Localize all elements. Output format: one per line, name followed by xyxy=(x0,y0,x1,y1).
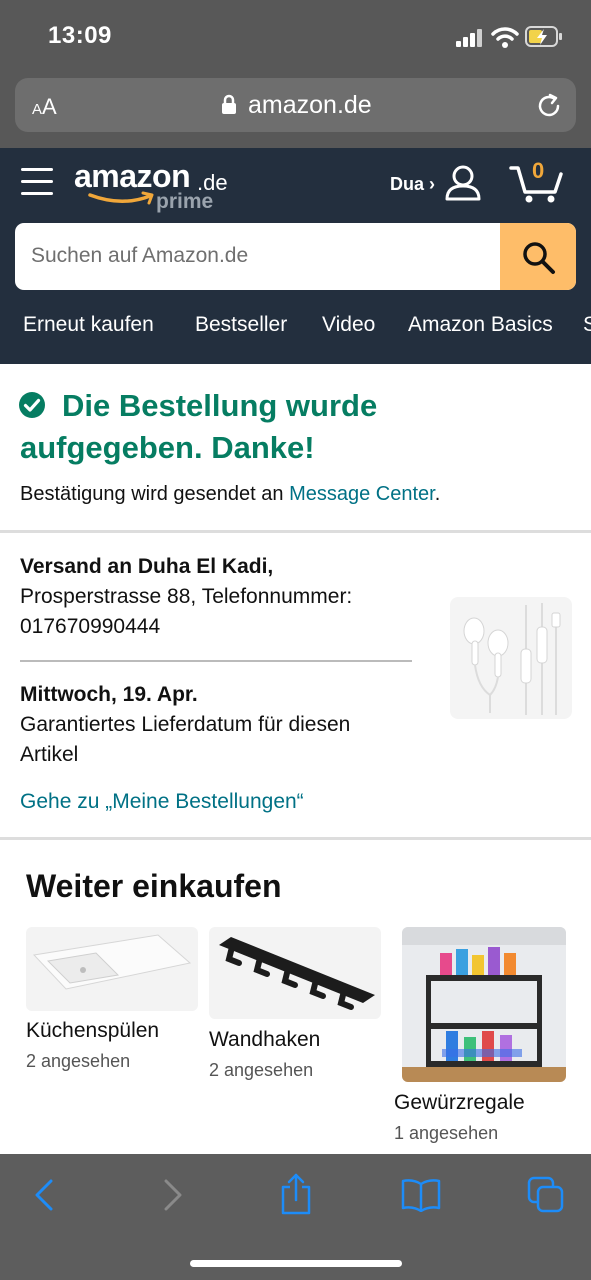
confirmation-heading-text: Die Bestellung wurde aufgegeben. Danke! xyxy=(20,388,378,465)
continue-shopping-card[interactable]: Küchenspülen 2 angesehen xyxy=(26,927,198,1077)
text-size-button[interactable]: AA xyxy=(32,94,57,120)
hamburger-menu-icon[interactable] xyxy=(21,167,53,197)
share-icon[interactable] xyxy=(280,1173,312,1215)
nav-item-erneut-kaufen[interactable]: Erneut kaufen xyxy=(23,313,154,337)
status-time: 13:09 xyxy=(48,22,112,49)
amazon-logo[interactable]: amazon .de prime xyxy=(70,155,230,217)
battery-charging-icon xyxy=(525,26,562,47)
logo-prime: prime xyxy=(156,190,214,213)
hooks-illustration xyxy=(219,937,375,1010)
logo-smile-icon xyxy=(88,191,154,205)
nav-item-truncated[interactable]: S xyxy=(583,313,591,337)
signal-icon xyxy=(456,29,482,47)
lock-icon xyxy=(222,94,236,114)
confirmation-subtitle-suffix: . xyxy=(434,483,441,505)
rack-illustration xyxy=(402,927,566,1082)
search-bar[interactable]: Suchen auf Amazon.de xyxy=(15,223,576,290)
delivery-date: Mittwoch, 19. Apr. xyxy=(20,683,198,706)
card-viewed-count: 1 angesehen xyxy=(394,1123,499,1143)
reload-icon[interactable] xyxy=(537,93,563,119)
delivery-date-note: Garantiertes Lieferdatum für diesen Arti… xyxy=(20,713,351,766)
section-divider xyxy=(0,837,591,840)
card-viewed-count: 2 angesehen xyxy=(26,1051,131,1071)
search-icon xyxy=(523,242,555,274)
nav-overflow-clip: S xyxy=(583,313,591,337)
tabs-icon[interactable] xyxy=(527,1176,565,1214)
search-input[interactable]: Suchen auf Amazon.de xyxy=(31,244,248,268)
nav-item-amazon-basics[interactable]: Amazon Basics xyxy=(408,313,553,337)
shipping-divider xyxy=(20,660,412,662)
my-orders-link[interactable]: Gehe zu „Meine Bestellungen“ xyxy=(20,790,304,814)
account-icon[interactable] xyxy=(444,164,482,202)
sink-illustration xyxy=(32,934,192,990)
earphones-image xyxy=(463,603,561,715)
wall-hooks-image xyxy=(209,927,381,1019)
back-icon[interactable] xyxy=(34,1179,54,1211)
shipping-address: Prosperstrasse 88, Telefonnummer: 017670… xyxy=(20,585,353,638)
text-size-small-glyph: A xyxy=(32,101,43,118)
confirmation-heading: Die Bestellung wurde aufgegeben. Danke! xyxy=(20,385,440,469)
text-size-large-glyph: A xyxy=(42,94,57,119)
shipping-recipient: Versand an Duha El Kadi, xyxy=(20,555,274,578)
confirmation-subtitle: Bestätigung wird gesendet an Message Cen… xyxy=(20,483,440,506)
home-indicator[interactable] xyxy=(190,1260,402,1267)
continue-shopping-card[interactable]: Wandhaken 2 angesehen xyxy=(209,927,381,1087)
message-center-link[interactable]: Message Center xyxy=(289,483,435,505)
continue-shopping-heading: Weiter einkaufen xyxy=(26,868,282,904)
ordered-product-image[interactable] xyxy=(450,597,572,719)
cart-count-badge: 0 xyxy=(532,158,545,183)
card-title: Wandhaken xyxy=(209,1028,321,1051)
url-text: amazon.de xyxy=(248,91,372,119)
bookmarks-icon[interactable] xyxy=(401,1178,441,1212)
section-divider xyxy=(0,530,591,533)
search-button[interactable] xyxy=(500,223,576,290)
card-title: Gewürzregale xyxy=(394,1091,525,1114)
card-viewed-count: 2 angesehen xyxy=(209,1060,314,1080)
nav-item-video[interactable]: Video xyxy=(322,313,375,337)
kitchen-sink-image xyxy=(26,927,198,1011)
spice-rack-image xyxy=(402,927,566,1082)
account-link[interactable]: Dua › xyxy=(390,174,435,195)
continue-shopping-card[interactable]: Gewürzregale 1 angesehen xyxy=(394,927,566,1147)
wifi-icon xyxy=(491,27,519,48)
card-title: Küchenspülen xyxy=(26,1019,160,1042)
nav-item-bestseller[interactable]: Bestseller xyxy=(195,313,287,337)
forward-icon[interactable] xyxy=(163,1179,183,1211)
confirmation-subtitle-prefix: Bestätigung wird gesendet an xyxy=(20,483,290,505)
